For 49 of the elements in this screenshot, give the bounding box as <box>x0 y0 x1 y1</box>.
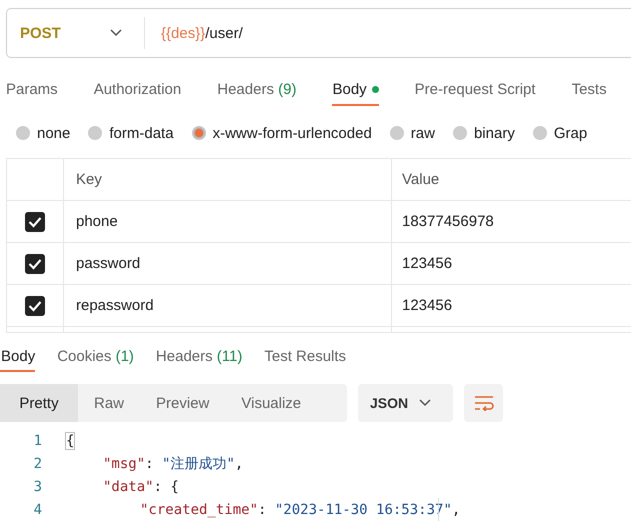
request-tab[interactable]: Params <box>0 70 76 108</box>
view-mode-button[interactable]: Raw <box>78 384 140 422</box>
line-number: 2 <box>32 456 42 472</box>
line-number: 4 <box>32 502 42 518</box>
view-mode-button[interactable]: Pretty <box>0 384 78 422</box>
checkbox[interactable] <box>25 212 45 232</box>
url-field[interactable]: {{des}}/user/ <box>145 24 243 42</box>
column-header: Value <box>401 170 440 190</box>
response-tab[interactable]: Body <box>0 339 46 373</box>
response-tab[interactable]: Headers (11) <box>144 339 254 373</box>
response-tab[interactable]: Test Results <box>253 339 358 373</box>
line-number: 1 <box>32 432 42 448</box>
table-cell-text: 123456 <box>401 296 454 316</box>
body-type-radio[interactable]: binary <box>452 124 515 142</box>
wrap-lines-icon <box>474 395 494 411</box>
view-mode-button[interactable]: Preview <box>140 384 226 422</box>
check-icon <box>28 258 42 270</box>
line-number: 3 <box>32 478 42 494</box>
column-header: Key <box>64 159 392 200</box>
body-type-radio[interactable]: raw <box>390 124 435 142</box>
check-icon <box>28 300 42 312</box>
check-icon <box>28 216 42 228</box>
checkbox[interactable] <box>25 296 45 316</box>
response-tab[interactable]: Cookies (1) <box>46 339 145 373</box>
request-tab[interactable]: Body <box>314 70 397 108</box>
wrap-lines-button[interactable] <box>464 384 503 422</box>
request-tab[interactable]: Pre-request Script <box>396 70 554 108</box>
request-tab[interactable]: Tests <box>554 70 625 108</box>
table-cell-text: 123456 <box>401 254 454 274</box>
format-dropdown[interactable]: JSON <box>358 384 453 422</box>
checkbox[interactable] <box>25 254 45 274</box>
code-text: "created_time": "2023-11-30 16:53:37", <box>140 502 460 518</box>
request-tab[interactable]: Headers (9) <box>199 70 314 108</box>
table-cell: phone <box>64 201 392 242</box>
request-tab[interactable]: Authorization <box>76 70 200 108</box>
body-type-radio[interactable]: x-www-form-urlencoded <box>192 124 372 142</box>
chevron-down-icon <box>419 399 431 407</box>
code-text: "msg": "注册成功", <box>103 454 244 472</box>
method-dropdown[interactable]: POST <box>7 17 145 49</box>
view-mode-button[interactable]: Visualize <box>225 384 318 422</box>
code-text: "data": { <box>103 478 179 494</box>
table-cell: repassword <box>64 285 392 326</box>
body-type-radio[interactable]: form-data <box>88 124 174 142</box>
body-type-radio[interactable]: none <box>16 124 70 142</box>
table-cell-text: 18377456978 <box>401 212 495 232</box>
chevron-down-icon <box>110 29 122 37</box>
code-text: { <box>66 432 74 448</box>
body-type-radio[interactable]: Grap <box>532 124 588 142</box>
table-cell: password <box>64 243 392 284</box>
